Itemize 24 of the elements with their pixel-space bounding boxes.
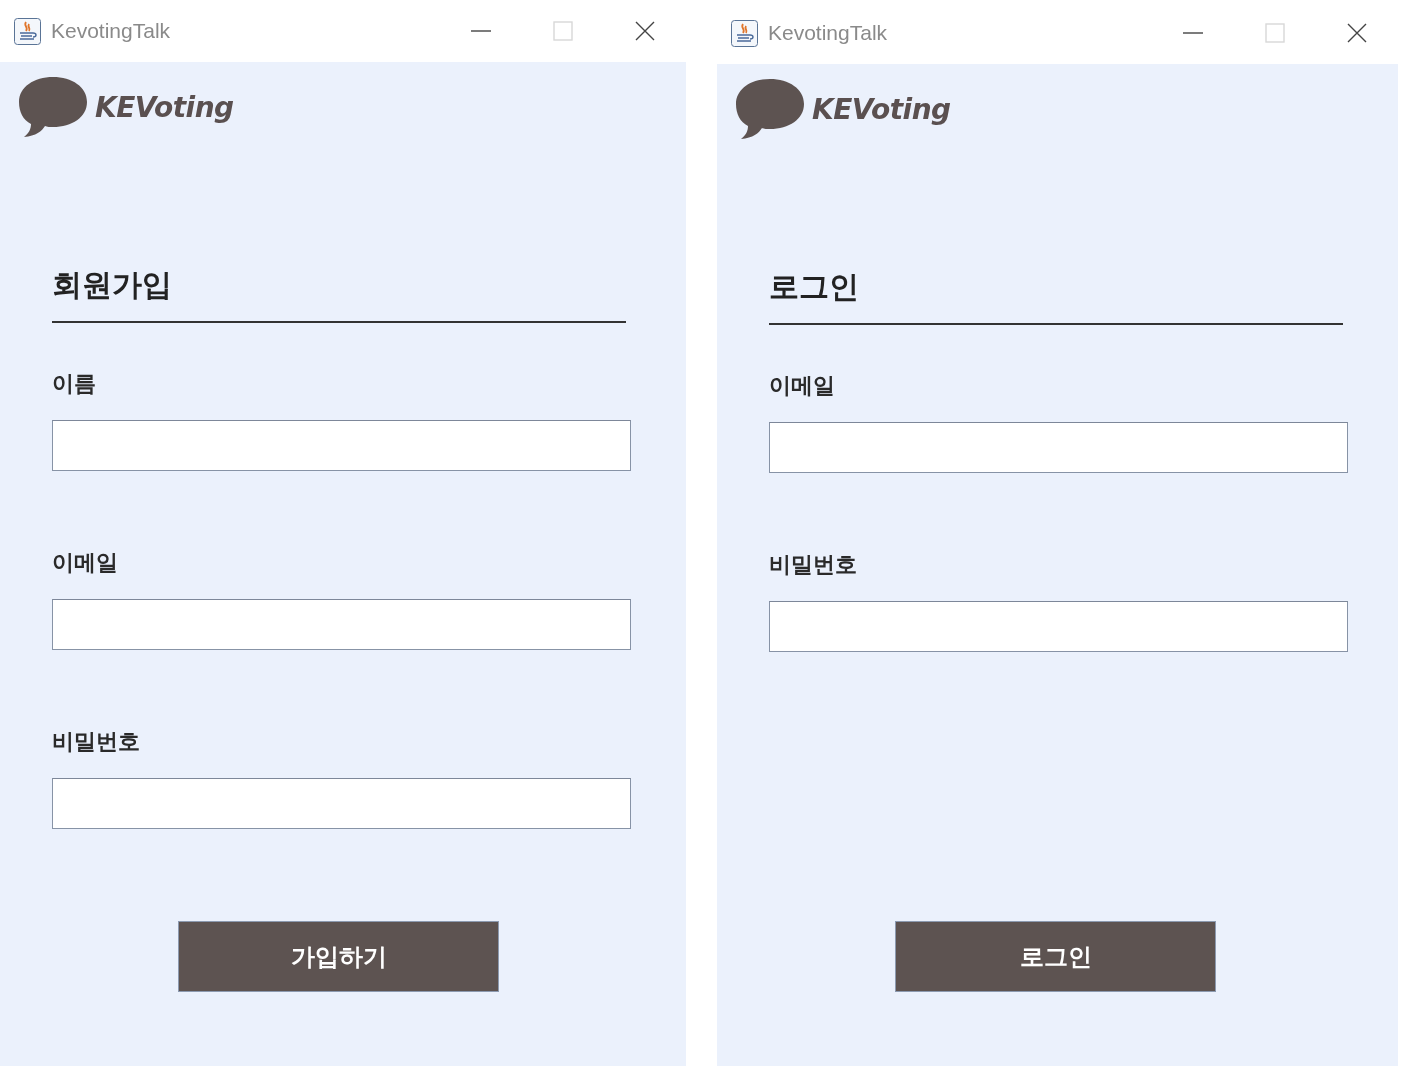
text-field[interactable] xyxy=(52,778,631,829)
form-heading: 회원가입 xyxy=(52,267,172,303)
submit-button[interactable]: 로그인 xyxy=(895,921,1216,992)
close-icon[interactable] xyxy=(1347,23,1367,43)
speech-bubble-icon xyxy=(18,76,88,138)
text-field[interactable] xyxy=(52,599,631,650)
field-label: 이름 xyxy=(52,370,96,398)
field-label: 비밀번호 xyxy=(769,551,857,579)
window-title: KevotingTalk xyxy=(51,19,171,43)
window-title: KevotingTalk xyxy=(768,21,888,45)
logo-text: KEVoting xyxy=(812,92,951,126)
field-label: 이메일 xyxy=(769,372,835,400)
submit-button[interactable]: 가입하기 xyxy=(178,921,499,992)
field-label: 비밀번호 xyxy=(52,728,140,756)
text-field[interactable] xyxy=(52,420,631,471)
form-heading: 로그인 xyxy=(769,269,859,305)
text-field[interactable] xyxy=(769,422,1348,473)
coffee-cup-icon xyxy=(731,19,758,47)
text-field[interactable] xyxy=(769,601,1348,652)
close-icon[interactable] xyxy=(635,21,655,41)
logo-text: KEVoting xyxy=(95,90,234,124)
field-label: 이메일 xyxy=(52,549,118,577)
speech-bubble-icon xyxy=(735,78,805,140)
coffee-cup-icon xyxy=(14,17,41,45)
